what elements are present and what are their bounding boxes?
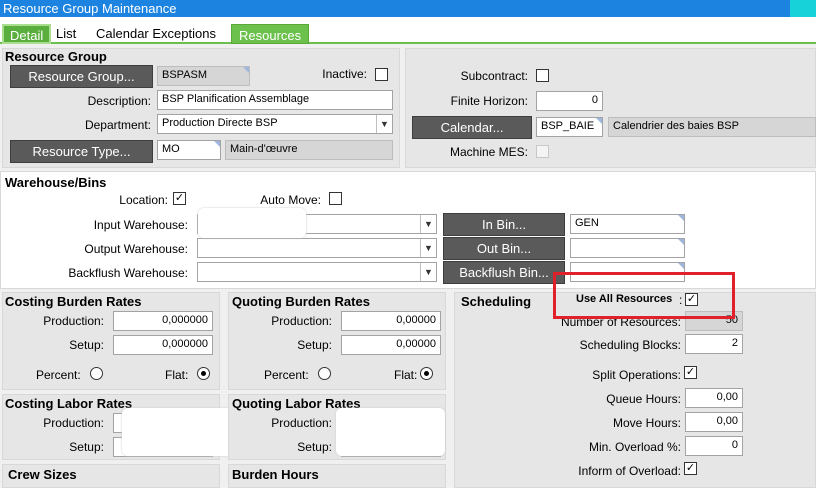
description-field[interactable]: BSP Planification Assemblage bbox=[157, 90, 393, 110]
costing-percent-label: Percent: bbox=[36, 368, 81, 382]
costing-labor-title: Costing Labor Rates bbox=[5, 396, 133, 411]
calendar-description: Calendrier des baies BSP bbox=[608, 117, 816, 137]
subcontract-label: Subcontract: bbox=[460, 69, 528, 83]
backflush-warehouse-label: Backflush Warehouse: bbox=[68, 266, 188, 280]
crew-sizes-title: Crew Sizes bbox=[8, 467, 77, 482]
quoting-flat-label: Flat: bbox=[394, 368, 418, 382]
resource-group-title: Resource Group bbox=[5, 49, 107, 64]
department-value: Production Directe BSP bbox=[162, 117, 278, 129]
tab-list[interactable]: List bbox=[50, 24, 82, 44]
quoting-burden-production-label: Production: bbox=[271, 314, 332, 328]
department-select[interactable]: Production Directe BSP ▼ bbox=[157, 114, 393, 134]
resource-group-button[interactable]: Resource Group... bbox=[10, 65, 153, 88]
resource-group-field[interactable]: BSPASM bbox=[157, 66, 250, 86]
tab-resources[interactable]: Resources bbox=[231, 24, 310, 44]
redacted-overlay bbox=[122, 408, 232, 456]
inform-overload-label: Inform of Overload: bbox=[578, 464, 681, 478]
scheduling-blocks-label: Scheduling Blocks: bbox=[579, 338, 681, 352]
chevron-down-icon[interactable]: ▼ bbox=[420, 263, 436, 281]
costing-burden-production-label: Production: bbox=[43, 314, 104, 328]
finite-horizon-field[interactable]: 0 bbox=[536, 91, 603, 111]
auto-move-checkbox[interactable] bbox=[329, 192, 342, 205]
backflush-warehouse-select[interactable]: ▼ bbox=[197, 262, 437, 282]
scheduling-title: Scheduling bbox=[461, 294, 532, 309]
warehouse-title: Warehouse/Bins bbox=[5, 175, 107, 190]
inactive-checkbox[interactable] bbox=[375, 68, 388, 81]
costing-burden-setup-field[interactable]: 0,000000 bbox=[113, 335, 213, 355]
costing-flat-radio[interactable] bbox=[197, 367, 210, 380]
resource-type-field[interactable]: MO bbox=[157, 140, 221, 160]
min-overload-field[interactable]: 0 bbox=[685, 436, 743, 456]
department-label: Department: bbox=[84, 118, 151, 132]
output-warehouse-select[interactable]: ▼ bbox=[197, 238, 437, 258]
finite-horizon-label: Finite Horizon: bbox=[450, 94, 528, 108]
redacted-overlay bbox=[336, 408, 445, 456]
chevron-down-icon[interactable]: ▼ bbox=[420, 239, 436, 257]
queue-hours-field[interactable]: 0,00 bbox=[685, 388, 743, 408]
min-overload-label: Min. Overload %: bbox=[588, 440, 681, 454]
redacted-overlay bbox=[198, 208, 306, 238]
in-bin-field[interactable]: GEN bbox=[570, 214, 685, 234]
quoting-flat-radio[interactable] bbox=[420, 367, 433, 380]
tab-detail[interactable]: Detail bbox=[2, 24, 52, 44]
quoting-burden-setup-field[interactable]: 0,00000 bbox=[341, 335, 441, 355]
costing-flat-label: Flat: bbox=[165, 368, 189, 382]
machine-mes-label: Machine MES: bbox=[449, 145, 528, 159]
quoting-percent-label: Percent: bbox=[264, 368, 309, 382]
inactive-label: Inactive: bbox=[322, 67, 367, 81]
chevron-down-icon[interactable]: ▼ bbox=[420, 215, 436, 233]
out-bin-button[interactable]: Out Bin... bbox=[443, 237, 565, 260]
calendar-button[interactable]: Calendar... bbox=[412, 116, 532, 139]
quoting-burden-setup-label: Setup: bbox=[297, 338, 332, 352]
highlight-annotation-box bbox=[553, 272, 735, 319]
move-hours-label: Move Hours: bbox=[612, 416, 681, 430]
titlebar-accent bbox=[790, 0, 816, 17]
quoting-burden-production-field[interactable]: 0,00000 bbox=[341, 311, 441, 331]
split-operations-label: Split Operations: bbox=[592, 368, 681, 382]
move-hours-field[interactable]: 0,00 bbox=[685, 412, 743, 432]
output-warehouse-label: Output Warehouse: bbox=[84, 242, 188, 256]
split-operations-checkbox[interactable]: ✓ bbox=[684, 366, 697, 379]
subcontract-checkbox[interactable] bbox=[536, 69, 549, 82]
input-warehouse-label: Input Warehouse: bbox=[93, 218, 188, 232]
out-bin-field[interactable] bbox=[570, 238, 685, 258]
location-checkbox[interactable]: ✓ bbox=[173, 192, 186, 205]
calendar-field[interactable]: BSP_BAIE bbox=[536, 117, 603, 137]
in-bin-button[interactable]: In Bin... bbox=[443, 213, 565, 236]
radio-dot bbox=[424, 371, 429, 376]
costing-percent-radio[interactable] bbox=[90, 367, 103, 380]
location-label: Location: bbox=[119, 193, 168, 207]
quoting-percent-radio[interactable] bbox=[318, 367, 331, 380]
costing-labor-setup-label: Setup: bbox=[69, 440, 104, 454]
backflush-bin-button[interactable]: Backflush Bin... bbox=[443, 261, 565, 284]
quoting-labor-production-label: Production: bbox=[271, 416, 332, 430]
costing-burden-production-field[interactable]: 0,000000 bbox=[113, 311, 213, 331]
description-label: Description: bbox=[87, 94, 151, 108]
quoting-labor-setup-label: Setup: bbox=[297, 440, 332, 454]
window-title: Resource Group Maintenance bbox=[0, 0, 816, 17]
chevron-down-icon[interactable]: ▼ bbox=[376, 115, 392, 133]
costing-burden-title: Costing Burden Rates bbox=[5, 294, 142, 309]
quoting-burden-title: Quoting Burden Rates bbox=[232, 294, 370, 309]
costing-labor-production-label: Production: bbox=[43, 416, 104, 430]
tab-calendar-exceptions[interactable]: Calendar Exceptions bbox=[90, 24, 222, 44]
radio-dot bbox=[201, 371, 206, 376]
queue-hours-label: Queue Hours: bbox=[606, 392, 681, 406]
scheduling-blocks-field[interactable]: 2 bbox=[685, 334, 743, 354]
resource-type-description: Main-d'œuvre bbox=[225, 140, 393, 160]
burden-hours-title: Burden Hours bbox=[232, 467, 319, 482]
inform-overload-checkbox[interactable]: ✓ bbox=[684, 462, 697, 475]
auto-move-label: Auto Move: bbox=[260, 193, 321, 207]
costing-burden-setup-label: Setup: bbox=[69, 338, 104, 352]
resource-type-button[interactable]: Resource Type... bbox=[10, 140, 153, 163]
machine-mes-checkbox[interactable] bbox=[536, 145, 549, 158]
